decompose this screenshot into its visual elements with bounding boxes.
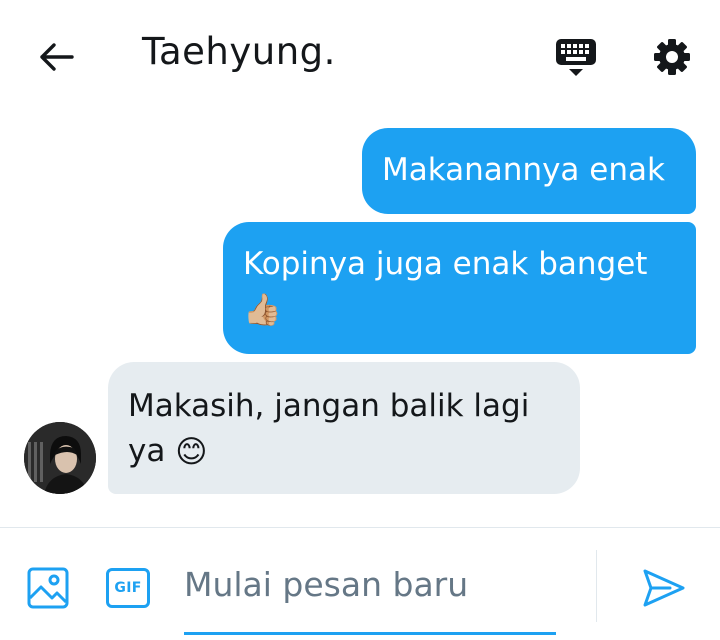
send-button[interactable] xyxy=(636,562,692,614)
avatar[interactable] xyxy=(24,422,96,494)
message-input[interactable] xyxy=(184,558,556,610)
gif-label: GIF xyxy=(114,580,142,596)
settings-button[interactable] xyxy=(648,34,696,80)
send-icon xyxy=(643,569,685,607)
image-icon xyxy=(27,567,69,609)
thumbs-up-emoji: 👍🏼 xyxy=(243,292,282,328)
gear-icon xyxy=(654,39,690,75)
back-button[interactable] xyxy=(30,34,82,80)
conversation-header: Taehyung. xyxy=(0,0,720,112)
avatar-photo xyxy=(24,422,96,494)
gif-icon: GIF xyxy=(106,568,150,608)
input-underline xyxy=(184,632,556,635)
outgoing-message-bubble[interactable]: Makanannya enak xyxy=(362,128,696,214)
smiling-face-emoji: 😊 xyxy=(175,434,208,470)
add-image-button[interactable] xyxy=(24,564,72,612)
incoming-message-bubble[interactable]: Makasih, jangan balik lagi ya 😊 xyxy=(108,362,580,494)
arrow-left-icon xyxy=(40,43,74,71)
add-gif-button[interactable]: GIF xyxy=(104,565,152,611)
conversation-title: Taehyung. xyxy=(142,30,336,73)
outgoing-message-bubble[interactable]: Kopinya juga enak banget 👍🏼 xyxy=(223,222,696,354)
message-text: Makanannya enak xyxy=(382,152,665,188)
divider xyxy=(596,550,597,622)
keyboard-icon xyxy=(556,39,596,76)
message-text: Kopinya juga enak banget xyxy=(243,246,648,282)
keyboard-button[interactable] xyxy=(552,34,600,80)
message-composer: GIF xyxy=(0,527,720,640)
